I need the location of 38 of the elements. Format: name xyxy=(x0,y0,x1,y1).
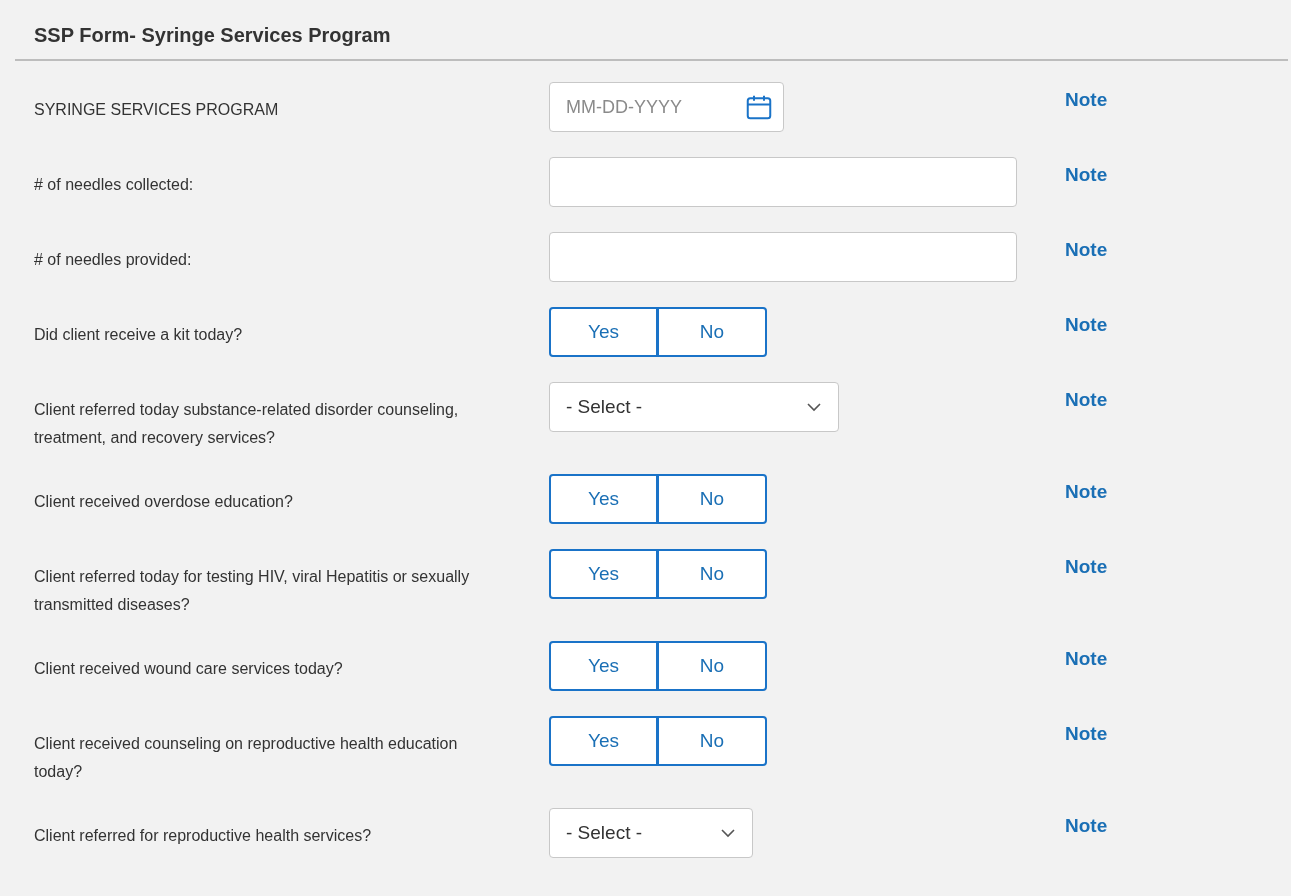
choice-button[interactable]: No xyxy=(658,474,767,524)
choice-button[interactable]: Yes xyxy=(549,307,658,357)
chevron-down-icon xyxy=(806,402,822,412)
field-label: Client referred today substance-related disorder counseling, treatment, and recovery services? xyxy=(34,400,460,448)
note-link[interactable]: Note xyxy=(1065,389,1108,410)
select-dropdown[interactable]: - Select - xyxy=(549,808,753,858)
form-title: SSP Form- Syringe Services Program xyxy=(34,22,391,48)
date-field[interactable]: MM-DD-YYYY xyxy=(549,82,784,132)
choice-button[interactable]: Yes xyxy=(549,716,658,766)
note-link[interactable]: Note xyxy=(1065,164,1108,185)
choice-button[interactable]: No xyxy=(658,307,767,357)
note-link[interactable]: Note xyxy=(1065,481,1108,502)
input-field[interactable] xyxy=(549,157,1017,207)
note-link[interactable]: Note xyxy=(1065,556,1108,577)
note-link[interactable]: Note xyxy=(1065,89,1108,110)
note-link[interactable]: Note xyxy=(1065,815,1108,836)
chevron-down-icon xyxy=(720,828,736,838)
field-label: Client referred for reproductive health services? xyxy=(34,826,373,846)
note-link[interactable]: Note xyxy=(1065,314,1108,335)
field-label: Client referred today for testing HIV, viral Hepatitis or sexually transmitted diseases? xyxy=(34,567,471,615)
note-link[interactable]: Note xyxy=(1065,723,1108,744)
choice-button[interactable]: Yes xyxy=(549,641,658,691)
choice-button[interactable]: No xyxy=(658,641,767,691)
choice-button[interactable]: Yes xyxy=(549,549,658,599)
field-label: Did client receive a kit today? xyxy=(34,325,244,345)
choice-button[interactable]: Yes xyxy=(549,474,658,524)
field-label: # of needles provided: xyxy=(34,250,193,270)
select-dropdown[interactable]: - Select - xyxy=(549,382,839,432)
field-label: # of needles collected: xyxy=(34,175,195,195)
field-label: SYRINGE SERVICES PROGRAM xyxy=(34,100,280,120)
field-label: Client received wound care services today? xyxy=(34,659,344,679)
note-link[interactable]: Note xyxy=(1065,648,1108,669)
choice-button[interactable]: No xyxy=(658,549,767,599)
choice-button[interactable]: No xyxy=(658,716,767,766)
input-field[interactable] xyxy=(549,232,1017,282)
field-label: Client received counseling on reproductive health education today? xyxy=(34,734,459,782)
field-label: Client received overdose education? xyxy=(34,492,294,512)
note-link[interactable]: Note xyxy=(1065,239,1108,260)
